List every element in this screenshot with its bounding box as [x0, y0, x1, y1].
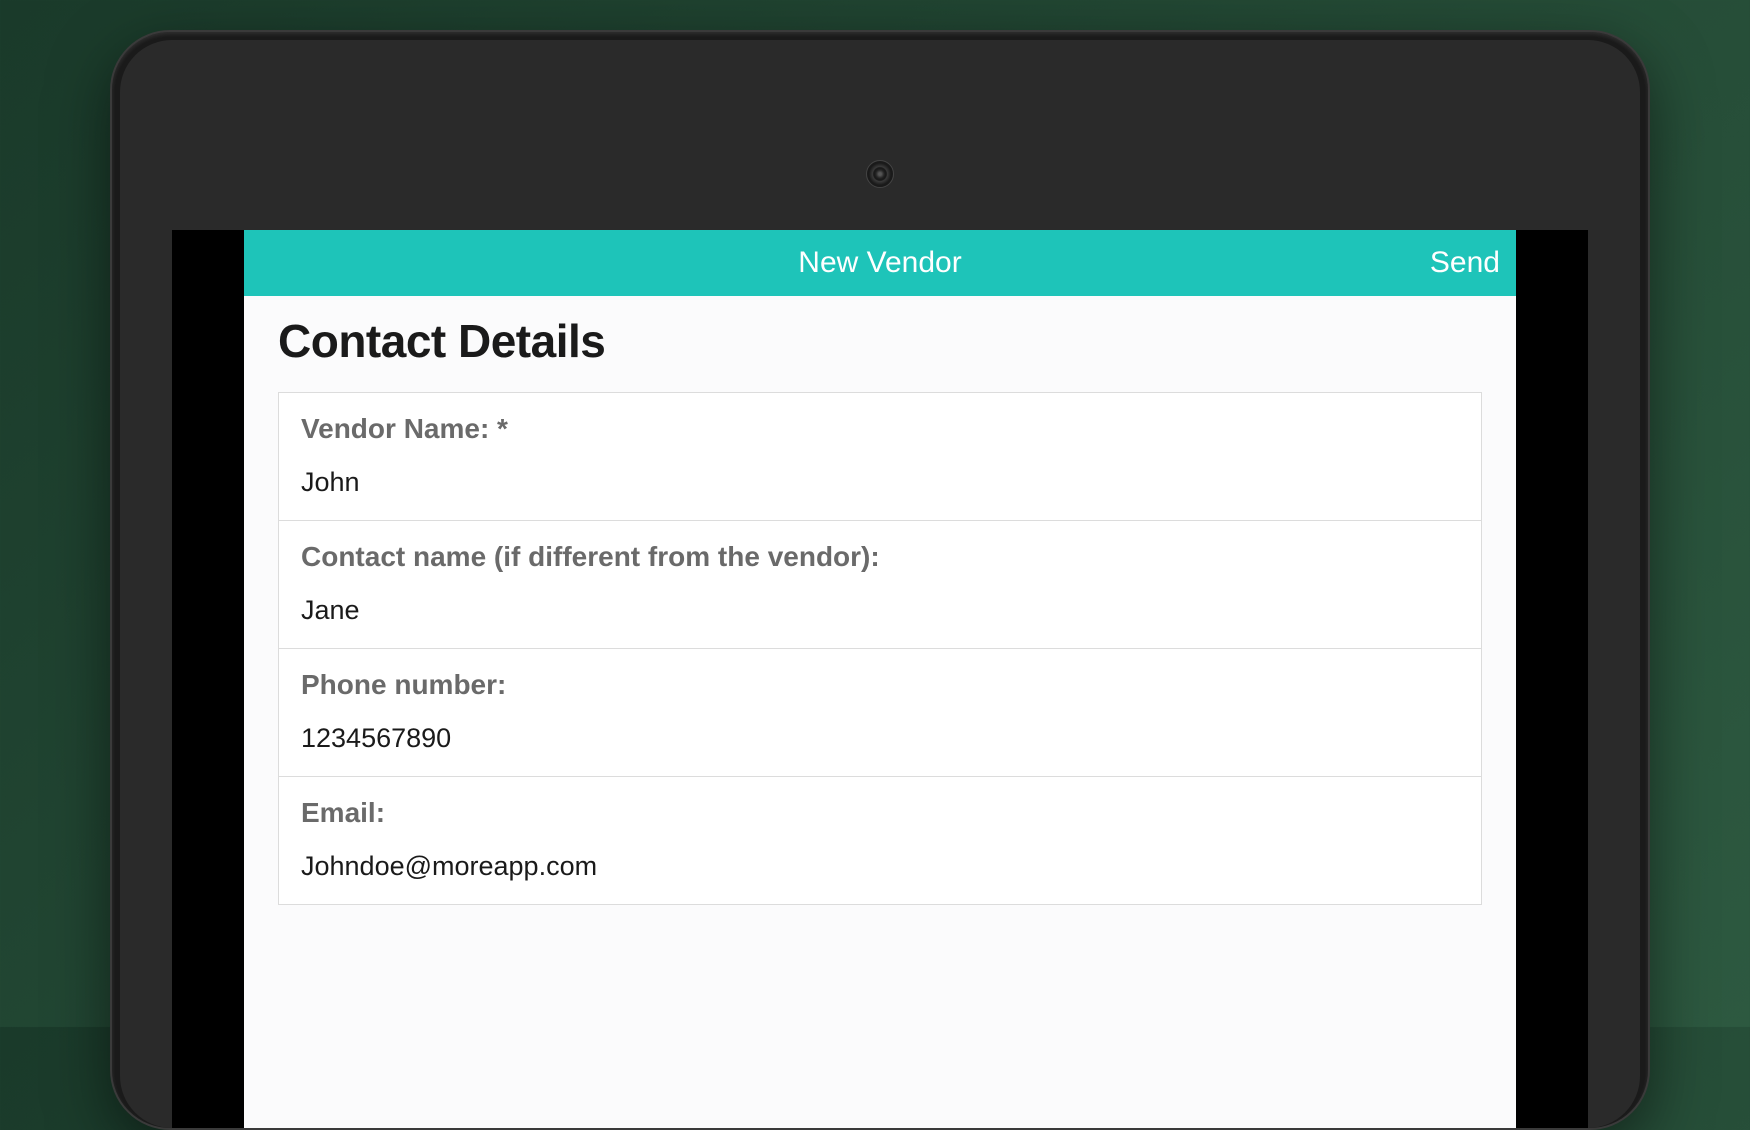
vendor-name-input[interactable]: [301, 467, 1459, 498]
app-container: New Vendor Send Contact Details Vendor N…: [244, 230, 1516, 1128]
send-button[interactable]: Send: [1430, 246, 1500, 280]
vendor-name-field: Vendor Name: *: [279, 393, 1481, 521]
app-header: New Vendor Send: [244, 230, 1516, 296]
contact-name-field: Contact name (if different from the vend…: [279, 521, 1481, 649]
contact-name-label: Contact name (if different from the vend…: [301, 541, 1459, 573]
phone-number-field: Phone number:: [279, 649, 1481, 777]
content-area: Contact Details Vendor Name: * Contact n…: [244, 296, 1516, 905]
contact-name-input[interactable]: [301, 595, 1459, 626]
camera-icon: [866, 160, 894, 188]
phone-number-input[interactable]: [301, 723, 1459, 754]
page-title: New Vendor: [798, 246, 961, 280]
phone-number-label: Phone number:: [301, 669, 1459, 701]
section-heading: Contact Details: [278, 314, 1482, 368]
email-label: Email:: [301, 797, 1459, 829]
email-field: Email:: [279, 777, 1481, 904]
tablet-device-frame: New Vendor Send Contact Details Vendor N…: [110, 30, 1650, 1130]
tablet-inner-bezel: New Vendor Send Contact Details Vendor N…: [120, 40, 1640, 1128]
vendor-name-label: Vendor Name: *: [301, 413, 1459, 445]
form-container: Vendor Name: * Contact name (if differen…: [278, 392, 1482, 905]
tablet-screen: New Vendor Send Contact Details Vendor N…: [172, 230, 1588, 1128]
email-input[interactable]: [301, 851, 1459, 882]
